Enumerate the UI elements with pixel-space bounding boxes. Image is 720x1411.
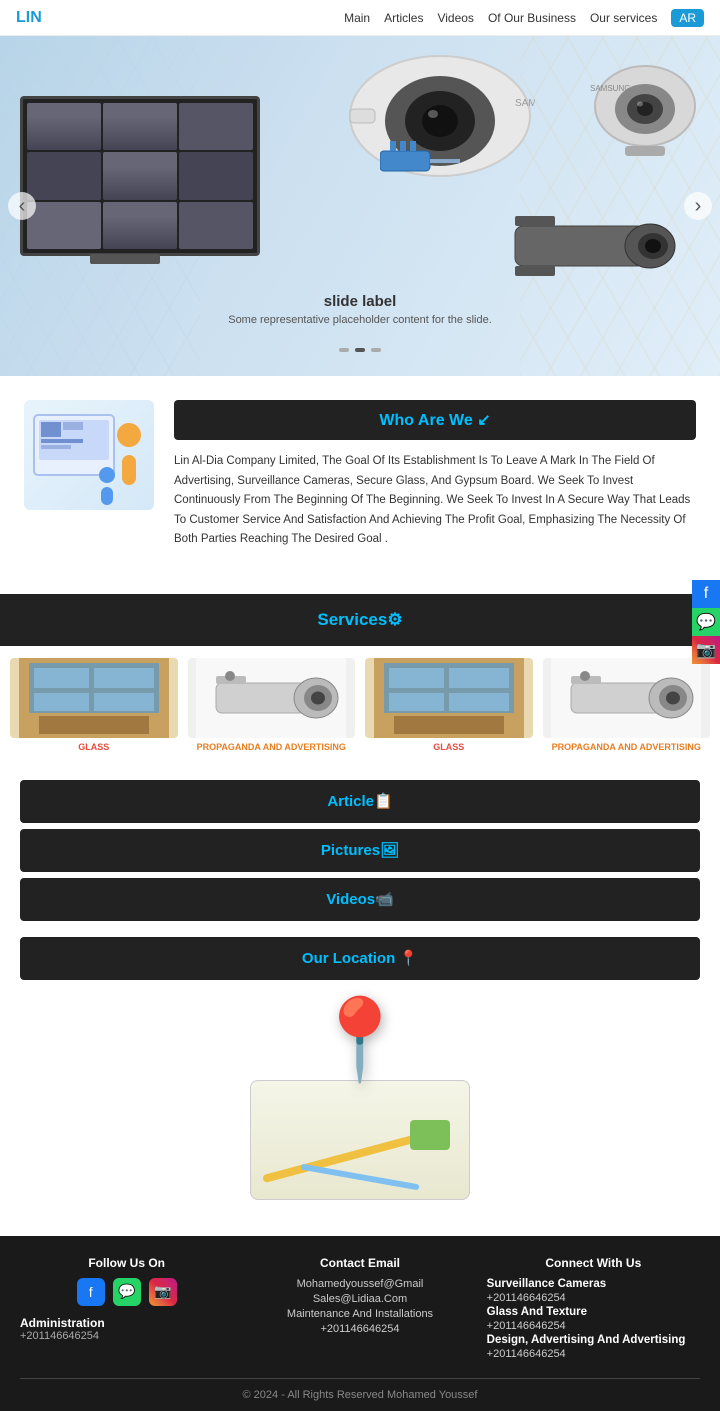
svg-text:SAMSUNG: SAMSUNG [515,98,535,109]
service-label-camera-2: PROPAGANDA AND ADVERTISING [543,742,711,752]
whatsapp-float-button[interactable]: 💬 [692,608,720,636]
slide-subtitle: Some representative placeholder content … [228,314,492,326]
service-image-camera-1 [188,658,356,738]
footer-contact-col: Contact Email Mohamedyoussef@Gmail Sales… [253,1256,466,1362]
connect-title: Connect With Us [487,1256,700,1270]
footer: Follow Us On f 💬 📷 Administration +20114… [0,1236,720,1411]
slider-prev-button[interactable]: ‹ [8,192,36,220]
service-image-camera-2 [543,658,711,738]
connect-cameras: Surveillance Cameras [487,1278,700,1290]
videos-bar[interactable]: Videos📹 [20,878,700,921]
slide-dot[interactable] [371,348,381,352]
who-text: Lin Al-Dia Company Limited, The Goal Of … [174,452,696,550]
pictures-title: Pictures🖼 [321,842,399,859]
service-card-glass-1[interactable]: GLASS [10,658,178,752]
nav-links: Main Articles Videos Of Our Business Our… [344,9,704,27]
footer-whatsapp-icon[interactable]: 💬 [113,1278,141,1306]
footer-copyright: © 2024 - All Rights Reserved Mohamed You… [20,1379,700,1401]
who-image [24,400,154,510]
monitor-cell [179,152,253,199]
nav-services[interactable]: Our services [590,11,657,25]
hero-slider: SAMSUNG SAMSUNG [0,36,720,376]
nav-main[interactable]: Main [344,11,370,25]
map-container: 📍 [240,1000,480,1200]
article-title: Article📋 [327,793,392,810]
monitor-cell [179,202,253,249]
content-sections: Article📋 Pictures🖼 Videos📹 [0,780,720,921]
services-section: Services⚙ [0,594,720,646]
footer-social-icons: f 💬 📷 [20,1278,233,1306]
admin-phone: +201146646254 [20,1330,233,1342]
article-bar[interactable]: Article📋 [20,780,700,823]
service-label-glass-1: GLASS [10,742,178,752]
who-title: Who Are We ↙ [174,400,696,440]
slide-dot[interactable] [339,348,349,352]
pictures-bar[interactable]: Pictures🖼 [20,829,700,872]
slide-dots [339,348,381,352]
who-right-content: Who Are We ↙ Lin Al-Dia Company Limited,… [174,400,696,550]
brand-logo[interactable]: LIN [16,9,42,27]
monitor-stand [90,254,160,264]
slide-caption: slide label Some representative placehol… [228,293,492,326]
service-label-glass-2: GLASS [365,742,533,752]
map-area[interactable]: 📍 [20,980,700,1220]
slider-next-button[interactable]: › [684,192,712,220]
location-bar: Our Location 📍 [20,937,700,980]
footer-top: Follow Us On f 💬 📷 Administration +20114… [20,1256,700,1379]
footer-instagram-icon[interactable]: 📷 [149,1278,177,1306]
connect-glass-phone: +201146646254 [487,1320,700,1332]
monitor-cell [103,152,177,199]
contact-phone: +201146646254 [253,1323,466,1335]
follow-us-label: Follow Us On [20,1256,233,1270]
slide-label: slide label [228,293,492,310]
service-card-glass-2[interactable]: GLASS [365,658,533,752]
service-card-camera-1[interactable]: PROPAGANDA AND ADVERTISING [188,658,356,752]
ethernet-icon [380,131,460,199]
nav-videos[interactable]: Videos [437,11,473,25]
location-section: Our Location 📍 📍 [20,937,700,1220]
service-image-glass-1 [10,658,178,738]
map-pin-icon: 📍 [310,1000,410,1080]
contact-email-1: Mohamedyoussef@Gmail [253,1278,466,1290]
connect-cameras-phone: +201146646254 [487,1292,700,1304]
connect-glass: Glass And Texture [487,1306,700,1318]
contact-email-2: Sales@Lidiaa.Com [253,1293,466,1305]
language-toggle[interactable]: AR [671,9,704,27]
monitor-cell [27,103,101,150]
location-title: Our Location 📍 [302,950,418,967]
contact-maintenance: Maintenance And Installations [253,1308,466,1320]
monitor-cell [103,103,177,150]
services-grid: GLASS PROPAGANDA AND ADVERTISING [0,646,720,764]
administration-label: Administration [20,1316,233,1330]
slide-dot-active[interactable] [355,348,365,352]
who-are-we-section: Who Are We ↙ Lin Al-Dia Company Limited,… [0,376,720,574]
svg-text:SAMSUNG: SAMSUNG [590,84,630,93]
monitor-cell [27,202,101,249]
nav-articles[interactable]: Articles [384,11,423,25]
videos-title: Videos📹 [326,891,394,908]
monitor-cell [103,202,177,249]
instagram-float-button[interactable]: 📷 [692,636,720,664]
service-card-camera-2[interactable]: PROPAGANDA AND ADVERTISING [543,658,711,752]
footer-facebook-icon[interactable]: f [77,1278,105,1306]
facebook-float-button[interactable]: f [692,580,720,608]
social-float-buttons: f 💬 📷 [692,580,720,664]
footer-connect-col: Connect With Us Surveillance Cameras +20… [487,1256,700,1362]
service-image-glass-2 [365,658,533,738]
connect-design: Design, Advertising And Advertising [487,1334,700,1346]
nav-business[interactable]: Of Our Business [488,11,576,25]
monitor-cell [179,103,253,150]
footer-follow-col: Follow Us On f 💬 📷 Administration +20114… [20,1256,233,1362]
monitor-display [20,96,260,256]
navbar: LIN Main Articles Videos Of Our Business… [0,0,720,36]
camera-bullet [500,186,690,306]
map-green-area [410,1120,450,1150]
camera-ptz: SAMSUNG [580,56,710,176]
contact-email-title: Contact Email [253,1256,466,1270]
service-label-camera-1: PROPAGANDA AND ADVERTISING [188,742,356,752]
services-title: Services⚙ [20,604,700,636]
monitor-cell [27,152,101,199]
